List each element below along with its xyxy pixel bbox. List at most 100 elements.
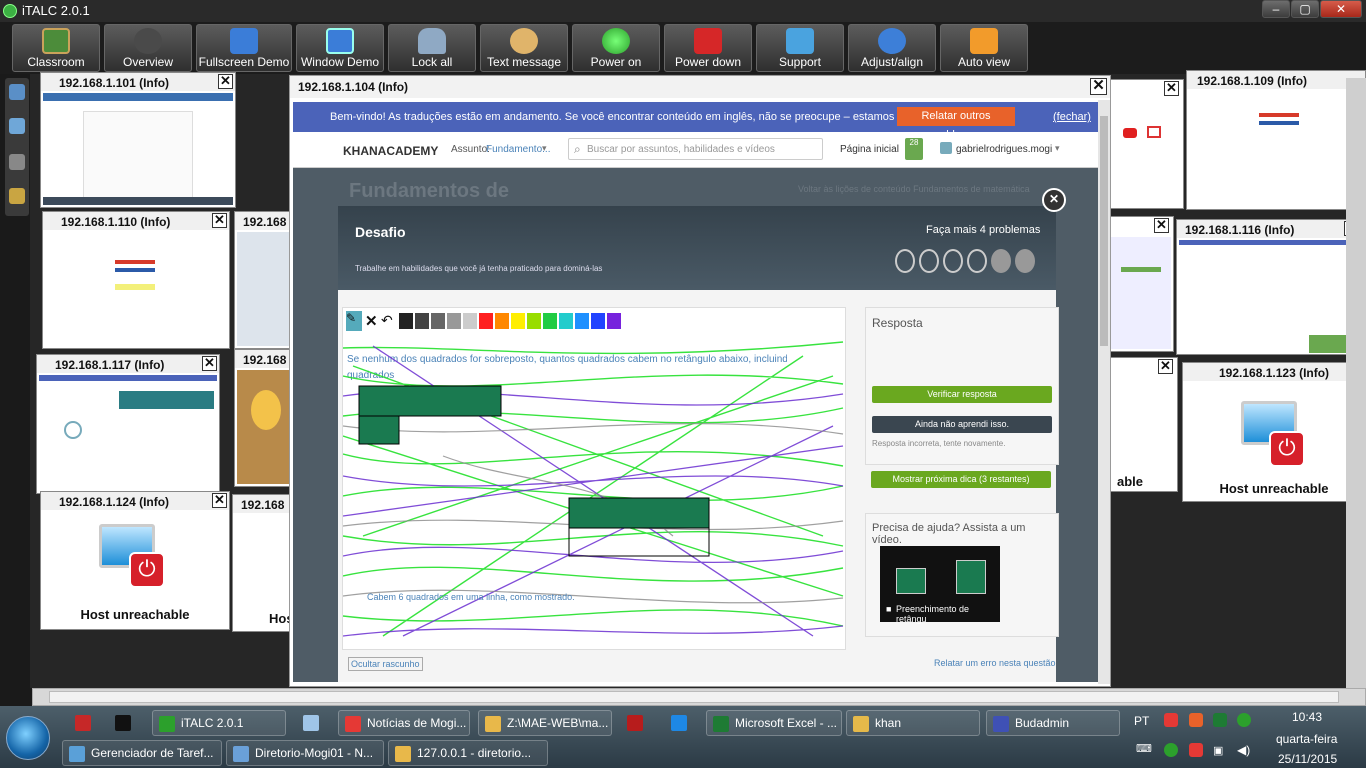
home-link[interactable]: Página inicial [840, 144, 899, 155]
taskbar-button[interactable] [668, 710, 692, 736]
window-demo-button[interactable]: Window Demo [296, 24, 384, 72]
not-learned-button[interactable]: Ainda não aprendi isso. [872, 416, 1052, 433]
color-swatch[interactable] [415, 313, 429, 329]
close-icon[interactable]: ✕ [212, 213, 227, 228]
snapshots-icon[interactable] [9, 118, 25, 134]
close-icon[interactable]: ✕ [218, 74, 233, 89]
taskbar-button[interactable]: Z:\MAE-WEB\ma... [478, 710, 612, 736]
pencil-icon[interactable]: ✎ [346, 311, 362, 331]
energy-points-badge[interactable]: 28 [905, 138, 923, 160]
client-thumb-partial[interactable]: ✕ able [1108, 357, 1178, 492]
client-thumb-123[interactable]: 192.168.1.123 (Info) ✕ ⏻ Host unreachabl… [1182, 362, 1366, 502]
check-answer-button[interactable]: Verificar resposta [872, 386, 1052, 403]
hide-scratchpad-button[interactable]: Ocultar rascunho [348, 657, 423, 671]
support-button[interactable]: Support [756, 24, 844, 72]
color-swatch[interactable] [543, 313, 557, 329]
color-swatch[interactable] [479, 313, 493, 329]
breadcrumb[interactable]: Voltar às lições de conteúdo Fundamentos… [798, 184, 1030, 194]
power-down-button[interactable]: Power down [664, 24, 752, 72]
scrollbar-thumb[interactable] [1100, 116, 1108, 346]
lock-all-button[interactable]: Lock all [388, 24, 476, 72]
taskbar-button[interactable] [72, 710, 94, 736]
scrollbar-thumb[interactable] [49, 691, 1339, 703]
user-menu[interactable]: gabrielrodrigues.mogi [956, 144, 1052, 155]
color-swatch[interactable] [575, 313, 589, 329]
tools-icon[interactable] [9, 188, 25, 204]
color-swatch[interactable] [431, 313, 445, 329]
tray-icon[interactable] [1237, 713, 1251, 727]
khan-logo[interactable]: KHANACADEMY [343, 144, 438, 158]
adjust-align-button[interactable]: Adjust/align [848, 24, 936, 72]
taskbar-button[interactable]: Diretorio-Mogi01 - N... [226, 740, 384, 766]
color-swatch[interactable] [447, 313, 461, 329]
client-thumb-109[interactable]: 192.168.1.109 (Info) [1186, 70, 1366, 210]
client-thumb-partial[interactable]: 192.168 [234, 211, 294, 349]
client-thumb-116[interactable]: 192.168.1.116 (Info) ✕ [1176, 219, 1362, 355]
power-on-button[interactable]: Power on [572, 24, 660, 72]
color-swatch[interactable] [559, 313, 573, 329]
client-window-104[interactable]: 192.168.1.104 (Info) ✕ Bem-vindo! As tra… [289, 75, 1111, 687]
client-thumb-partial[interactable]: 192.168 Hos [232, 494, 294, 632]
user-config-icon[interactable] [9, 154, 25, 170]
modal-close-button[interactable]: ✕ [1042, 188, 1066, 212]
client-thumb-partial[interactable]: ✕ [1108, 216, 1174, 352]
taskbar-button[interactable]: khan [846, 710, 980, 736]
close-icon[interactable]: ✕ [202, 356, 217, 371]
taskbar-button[interactable]: 127.0.0.1 - diretorio... [388, 740, 548, 766]
network-icon[interactable]: ▣ [1213, 744, 1223, 757]
clock-weekday[interactable]: quarta-feira [1276, 732, 1337, 746]
volume-icon[interactable]: ◀) [1237, 743, 1250, 757]
classroom-button[interactable]: Classroom [12, 24, 100, 72]
next-hint-button[interactable]: Mostrar próxima dica (3 restantes) [871, 471, 1051, 488]
taskbar-button[interactable]: iTALC 2.0.1 [152, 710, 286, 736]
avatar[interactable] [940, 142, 952, 154]
client-thumb-partial[interactable]: ✕ [1108, 79, 1184, 209]
color-swatch[interactable] [527, 313, 541, 329]
color-swatch[interactable] [399, 313, 413, 329]
computer-manager-icon[interactable] [9, 84, 25, 100]
tray-icon[interactable] [1189, 743, 1203, 757]
client-thumb-110[interactable]: 192.168.1.110 (Info) ✕ [42, 211, 230, 349]
tray-icon[interactable] [1213, 713, 1227, 727]
vertical-scrollbar[interactable] [1346, 78, 1366, 688]
clock-time[interactable]: 10:43 [1292, 710, 1322, 724]
close-icon[interactable]: ✕ [1164, 81, 1179, 96]
color-swatch[interactable] [463, 313, 477, 329]
close-icon[interactable]: ✕ [1158, 359, 1173, 374]
clear-icon[interactable]: ✕ [365, 312, 378, 330]
text-message-button[interactable]: Text message [480, 24, 568, 72]
client-thumb-partial[interactable]: 192.168 [234, 349, 294, 487]
maximize-button[interactable]: ▢ [1291, 0, 1319, 18]
taskbar-button[interactable] [300, 710, 322, 736]
keyboard-icon[interactable]: ⌨ [1136, 742, 1152, 755]
close-window-button[interactable]: ✕ [1320, 0, 1362, 18]
taskbar-button[interactable]: Budadmin [986, 710, 1120, 736]
subject-dropdown[interactable]: Fundamento... [486, 144, 550, 155]
tray-icon[interactable] [1189, 713, 1203, 727]
client-thumb-117[interactable]: 192.168.1.117 (Info) ✕ [36, 354, 220, 494]
close-banner-link[interactable]: (fechar) [1053, 111, 1091, 123]
taskbar-button[interactable]: Microsoft Excel - ... [706, 710, 842, 736]
undo-icon[interactable]: ↶ [381, 312, 393, 329]
close-icon[interactable]: ✕ [1154, 218, 1169, 233]
color-swatch[interactable] [495, 313, 509, 329]
close-icon[interactable]: ✕ [212, 493, 227, 508]
start-button[interactable] [6, 716, 50, 760]
taskbar-button[interactable] [112, 710, 140, 736]
color-swatch[interactable] [511, 313, 525, 329]
scratchpad-canvas[interactable]: ✎ ✕ ↶ Se nenhum dos quadrados for sobrep… [342, 307, 846, 650]
fullscreen-demo-button[interactable]: Fullscreen Demo [196, 24, 292, 72]
page-scrollbar[interactable] [1098, 100, 1110, 684]
auto-view-button[interactable]: Auto view [940, 24, 1028, 72]
client-thumb-124[interactable]: 192.168.1.124 (Info) ✕ ⏻ Host unreachabl… [40, 491, 230, 630]
horizontal-scrollbar[interactable] [32, 688, 1366, 706]
video-thumbnail[interactable]: ■ Preenchimento de retângu [880, 546, 1000, 624]
report-problems-button[interactable]: Relatar outros problemas [897, 107, 1015, 141]
color-swatch[interactable] [607, 313, 621, 329]
overview-button[interactable]: Overview [104, 24, 192, 72]
close-icon[interactable]: ✕ [1090, 78, 1107, 95]
search-input[interactable]: ⌕ Buscar por assuntos, habilidades e víd… [568, 138, 823, 160]
client-thumb-101[interactable]: 192.168.1.101 (Info) ✕ [40, 72, 236, 208]
tray-icon[interactable] [1164, 713, 1178, 727]
taskbar-button[interactable] [624, 710, 648, 736]
